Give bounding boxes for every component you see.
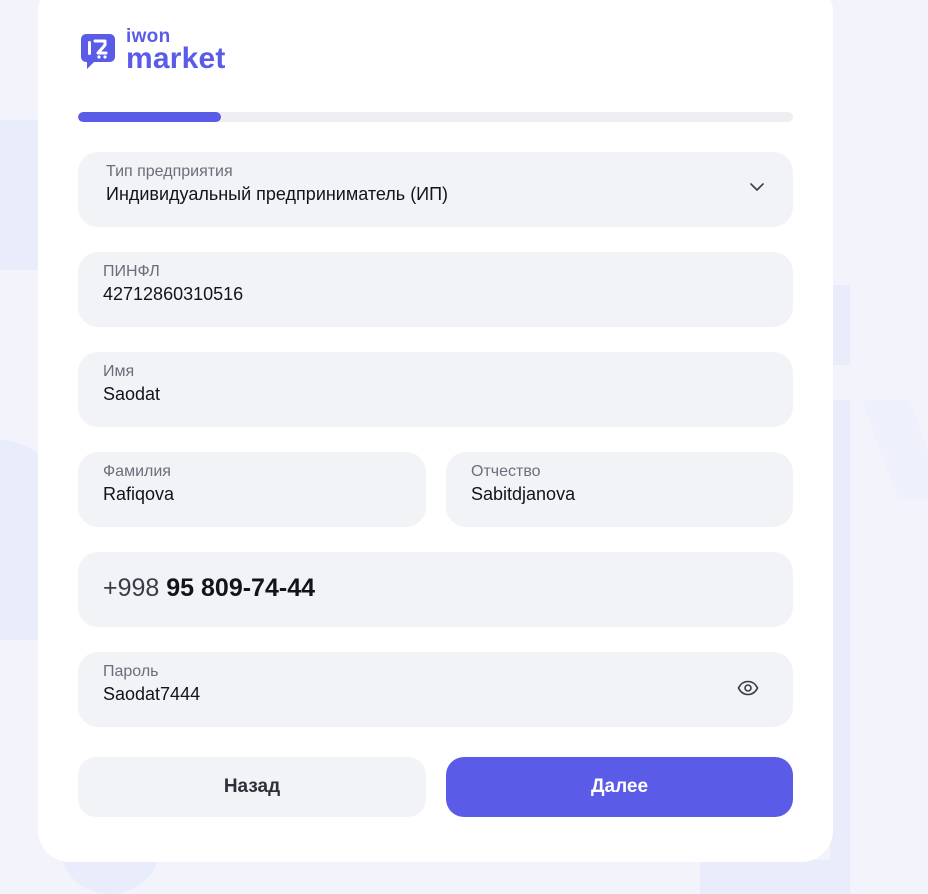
pinfl-value: 42712860310516 bbox=[103, 284, 244, 304]
logo-text-bottom: market bbox=[126, 42, 226, 75]
eye-icon[interactable] bbox=[737, 680, 759, 696]
progress-fill bbox=[78, 112, 221, 122]
back-button[interactable]: Назад bbox=[78, 757, 426, 817]
phone-value: +998 95 809-74-44 bbox=[103, 574, 315, 603]
pinfl-field[interactable]: ПИНФЛ 42712860310516 bbox=[78, 252, 793, 327]
password-value: Saodat7444 bbox=[103, 684, 201, 704]
business-type-label: Тип предприятия bbox=[106, 163, 233, 180]
first-name-field[interactable]: Имя Saodat bbox=[78, 352, 793, 427]
background-shape bbox=[830, 400, 850, 894]
logo-icon bbox=[81, 33, 115, 69]
middle-name-value: Sabitdjanova bbox=[471, 484, 576, 504]
business-type-value: Индивидуальный предприниматель (ИП) bbox=[106, 184, 449, 204]
chevron-down-icon bbox=[750, 183, 764, 191]
brand-logo: iwon market bbox=[78, 27, 226, 74]
password-label: Пароль bbox=[103, 663, 159, 680]
last-name-field[interactable]: Фамилия Rafiqova bbox=[78, 452, 426, 527]
registration-card bbox=[38, 0, 833, 862]
middle-name-label: Отчество bbox=[471, 463, 541, 480]
background-shape bbox=[830, 285, 850, 365]
phone-field[interactable]: +998 95 809-74-44 bbox=[78, 552, 793, 627]
background-shape bbox=[700, 860, 850, 894]
last-name-value: Rafiqova bbox=[103, 484, 175, 504]
middle-name-field[interactable]: Отчество Sabitdjanova bbox=[446, 452, 793, 527]
last-name-label: Фамилия bbox=[103, 463, 171, 480]
business-type-select[interactable]: Тип предприятия Индивидуальный предприни… bbox=[78, 152, 793, 227]
pinfl-label: ПИНФЛ bbox=[103, 263, 160, 280]
phone-number: 95 809-74-44 bbox=[166, 574, 315, 602]
first-name-value: Saodat bbox=[103, 384, 161, 404]
password-field[interactable]: Пароль Saodat7444 bbox=[78, 652, 793, 727]
background-shape bbox=[861, 400, 928, 500]
phone-country-code: +998 bbox=[103, 574, 160, 602]
next-button[interactable]: Далее bbox=[446, 757, 793, 817]
first-name-label: Имя bbox=[103, 363, 135, 380]
progress-bar bbox=[78, 112, 793, 122]
